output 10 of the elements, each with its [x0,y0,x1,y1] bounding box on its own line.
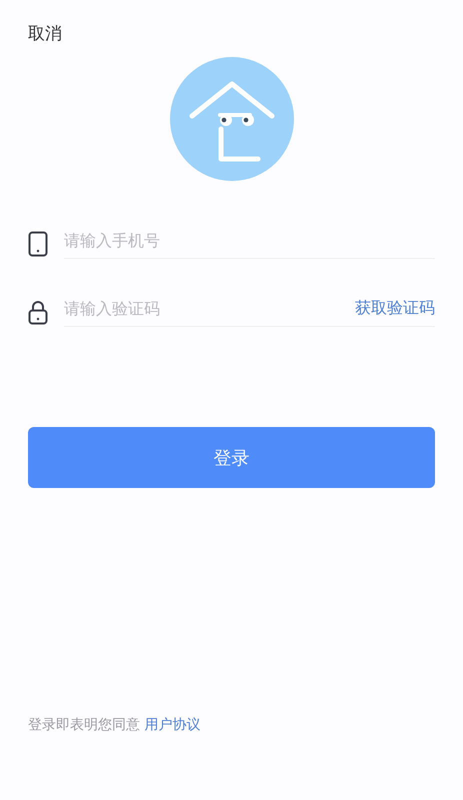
lock-icon [28,299,48,325]
user-agreement-link[interactable]: 用户协议 [144,717,200,733]
phone-icon [28,231,48,257]
get-code-button[interactable]: 获取验证码 [355,298,435,319]
cancel-button[interactable]: 取消 [28,22,62,45]
logo-icon [170,57,294,181]
login-button[interactable]: 登录 [28,427,435,488]
code-field[interactable]: 请输入验证码 [64,297,355,320]
phone-field[interactable]: 请输入手机号 [64,229,435,252]
agreement-text: 登录即表明您同意 用户协议 [28,716,202,734]
